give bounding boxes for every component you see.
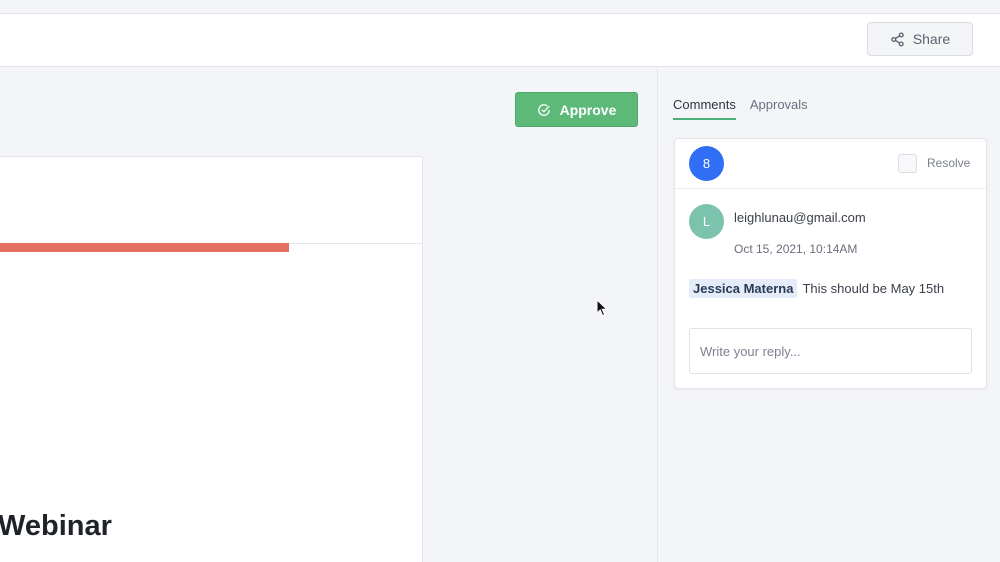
mouse-cursor-icon xyxy=(596,299,608,317)
comment-timestamp: Oct 15, 2021, 10:14AM xyxy=(734,242,858,256)
comments-panel: Comments Approvals 8 Resolve L leighluna… xyxy=(657,67,1000,562)
comment-thread-header: 8 Resolve xyxy=(675,139,986,189)
document-preview[interactable] xyxy=(0,156,423,562)
comment-text: This should be May 15th xyxy=(802,281,945,296)
document-accent-bar xyxy=(0,243,289,252)
resolve-label[interactable]: Resolve xyxy=(927,156,970,170)
approve-button[interactable]: Approve xyxy=(515,92,638,127)
resolve-checkbox[interactable] xyxy=(898,154,917,173)
share-icon xyxy=(891,31,904,47)
top-strip xyxy=(0,0,1000,14)
header-bar: Share xyxy=(0,14,1000,67)
tab-comments[interactable]: Comments xyxy=(673,97,736,120)
comment-count-badge: 8 xyxy=(689,146,724,181)
user-mention[interactable]: Jessica Materna xyxy=(689,279,798,298)
check-circle-icon xyxy=(537,103,550,116)
document-heading: Webinar xyxy=(0,510,112,542)
comment-thread-card: 8 Resolve L leighlunau@gmail.com Oct 15,… xyxy=(674,138,987,389)
main-area: Approve Webinar xyxy=(0,67,657,562)
share-button[interactable]: Share xyxy=(867,22,973,56)
comment-body: Jessica Materna This should be May 15th xyxy=(689,279,944,298)
reply-input[interactable] xyxy=(689,328,972,374)
approve-button-label: Approve xyxy=(559,101,617,118)
comment-author: leighlunau@gmail.com xyxy=(734,210,866,225)
tab-approvals[interactable]: Approvals xyxy=(750,97,808,120)
share-button-label: Share xyxy=(912,31,951,47)
panel-tabs: Comments Approvals xyxy=(673,97,808,120)
avatar: L xyxy=(689,204,724,239)
